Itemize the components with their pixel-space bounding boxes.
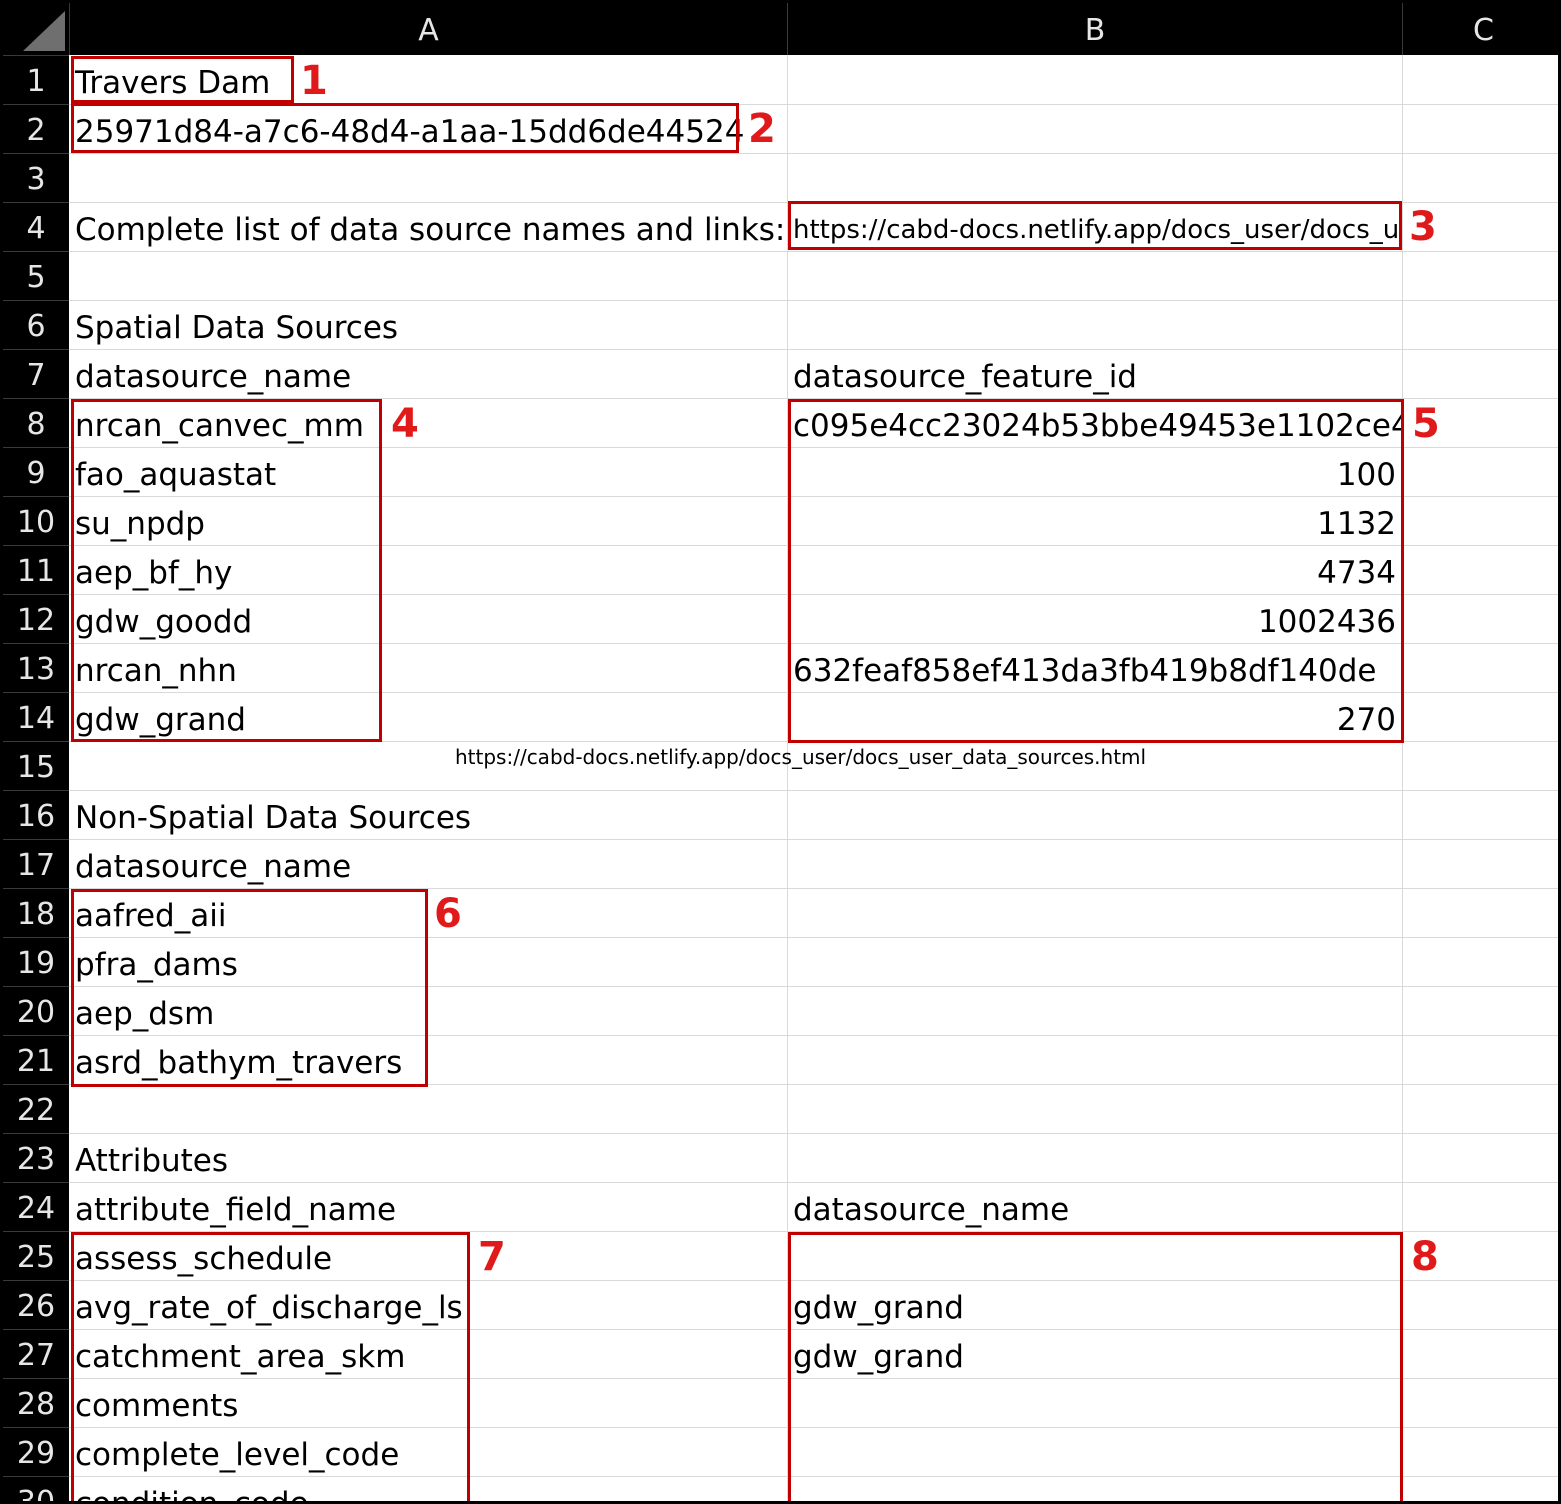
- row-header-13[interactable]: 13: [3, 643, 69, 692]
- row-header-23[interactable]: 23: [3, 1133, 69, 1182]
- annotation-marker-5: 5: [1412, 401, 1440, 447]
- row-gridline: [69, 153, 1558, 154]
- row-header-3[interactable]: 3: [3, 153, 69, 202]
- row-header-24[interactable]: 24: [3, 1182, 69, 1231]
- row-header-1[interactable]: 1: [3, 55, 69, 104]
- annotation-marker-1: 1: [300, 58, 328, 104]
- column-gridline: [1402, 55, 1403, 1501]
- row-header-10[interactable]: 10: [3, 496, 69, 545]
- row-header-29[interactable]: 29: [3, 1427, 69, 1476]
- row-header-25[interactable]: 25: [3, 1231, 69, 1280]
- cell-a24[interactable]: attribute_field_name: [69, 1182, 787, 1231]
- cell-a27[interactable]: catchment_area_skm: [69, 1329, 787, 1378]
- link-tooltip: https://cabd-docs.netlify.app/docs_user/…: [455, 745, 1147, 769]
- annotation-marker-7: 7: [478, 1234, 506, 1280]
- row-header-22[interactable]: 22: [3, 1084, 69, 1133]
- row-header-2[interactable]: 2: [3, 104, 69, 153]
- cell-a12[interactable]: gdw_goodd: [69, 594, 787, 643]
- cell-a2[interactable]: 25971d84-a7c6-48d4-a1aa-15dd6de44524: [69, 104, 787, 153]
- cell-b7[interactable]: datasource_feature_id: [787, 349, 1402, 398]
- row-header-27[interactable]: 27: [3, 1329, 69, 1378]
- row-header-15[interactable]: 15: [3, 741, 69, 790]
- cell-a9[interactable]: fao_aquastat: [69, 447, 787, 496]
- row-header-26[interactable]: 26: [3, 1280, 69, 1329]
- cell-b8[interactable]: c095e4cc23024b53bbe49453e1102ce4: [787, 398, 1402, 447]
- row-header-28[interactable]: 28: [3, 1378, 69, 1427]
- row-header-19[interactable]: 19: [3, 937, 69, 986]
- row-header-30[interactable]: 30: [3, 1476, 69, 1501]
- row-header-14[interactable]: 14: [3, 692, 69, 741]
- cell-a8[interactable]: nrcan_canvec_mm: [69, 398, 787, 447]
- spreadsheet[interactable]: A B C 1 2 3 4 5 6 7 8 9 10 11 12 13 14 15 16 17 18 19 20 21 2…: [0, 0, 1561, 1504]
- cell-a20[interactable]: aep_dsm: [69, 986, 787, 1035]
- cell-b4-link[interactable]: https://cabd-docs.netlify.app/docs_user/…: [787, 202, 1402, 251]
- cell-a23[interactable]: Attributes: [69, 1133, 787, 1182]
- annotation-marker-2: 2: [748, 106, 776, 152]
- row-gridline: [69, 1084, 1558, 1085]
- row-header-12[interactable]: 12: [3, 594, 69, 643]
- select-all-corner[interactable]: [3, 3, 69, 55]
- annotation-marker-3: 3: [1409, 204, 1437, 250]
- column-header-a[interactable]: A: [69, 3, 787, 55]
- cell-a26[interactable]: avg_rate_of_discharge_ls: [69, 1280, 787, 1329]
- cell-b11[interactable]: 4734: [787, 545, 1402, 594]
- cell-a28[interactable]: comments: [69, 1378, 787, 1427]
- cell-b27[interactable]: gdw_grand: [787, 1329, 1402, 1378]
- row-header-11[interactable]: 11: [3, 545, 69, 594]
- annotation-marker-4: 4: [391, 401, 419, 447]
- cell-b14[interactable]: 270: [787, 692, 1402, 741]
- row-gridline: [69, 741, 1558, 742]
- cell-a19[interactable]: pfra_dams: [69, 937, 787, 986]
- cell-a14[interactable]: gdw_grand: [69, 692, 787, 741]
- select-all-triangle-icon: [23, 11, 65, 51]
- cell-a16[interactable]: Non-Spatial Data Sources: [69, 790, 787, 839]
- cell-a10[interactable]: su_npdp: [69, 496, 787, 545]
- row-header-5[interactable]: 5: [3, 251, 69, 300]
- cell-a30[interactable]: condition_code: [69, 1476, 787, 1501]
- row-header-6[interactable]: 6: [3, 300, 69, 349]
- row-header-17[interactable]: 17: [3, 839, 69, 888]
- cell-b24[interactable]: datasource_name: [787, 1182, 1402, 1231]
- row-header-18[interactable]: 18: [3, 888, 69, 937]
- cell-a29[interactable]: complete_level_code: [69, 1427, 787, 1476]
- cell-a21[interactable]: asrd_bathym_travers: [69, 1035, 787, 1084]
- cell-a11[interactable]: aep_bf_hy: [69, 545, 787, 594]
- row-header-21[interactable]: 21: [3, 1035, 69, 1084]
- row-gridline: [69, 251, 1558, 252]
- row-header-9[interactable]: 9: [3, 447, 69, 496]
- cell-b10[interactable]: 1132: [787, 496, 1402, 545]
- cell-a1[interactable]: Travers Dam: [69, 55, 787, 104]
- row-header-8[interactable]: 8: [3, 398, 69, 447]
- cell-a4[interactable]: Complete list of data source names and l…: [69, 202, 787, 251]
- row-header-4[interactable]: 4: [3, 202, 69, 251]
- cell-a6[interactable]: Spatial Data Sources: [69, 300, 787, 349]
- cell-b26[interactable]: gdw_grand: [787, 1280, 1402, 1329]
- cell-a13[interactable]: nrcan_nhn: [69, 643, 787, 692]
- row-header-20[interactable]: 20: [3, 986, 69, 1035]
- column-header-c[interactable]: C: [1402, 3, 1558, 55]
- row-header-7[interactable]: 7: [3, 349, 69, 398]
- row-header-16[interactable]: 16: [3, 790, 69, 839]
- annotation-marker-6: 6: [434, 891, 462, 937]
- cell-a7[interactable]: datasource_name: [69, 349, 787, 398]
- cell-b13[interactable]: 632feaf858ef413da3fb419b8df140de: [787, 643, 1402, 692]
- cell-a25[interactable]: assess_schedule: [69, 1231, 787, 1280]
- cell-b9[interactable]: 100: [787, 447, 1402, 496]
- annotation-marker-8: 8: [1411, 1234, 1439, 1280]
- cell-b12[interactable]: 1002436: [787, 594, 1402, 643]
- cell-a17[interactable]: datasource_name: [69, 839, 787, 888]
- column-header-b[interactable]: B: [787, 3, 1402, 55]
- cell-a18[interactable]: aafred_aii: [69, 888, 787, 937]
